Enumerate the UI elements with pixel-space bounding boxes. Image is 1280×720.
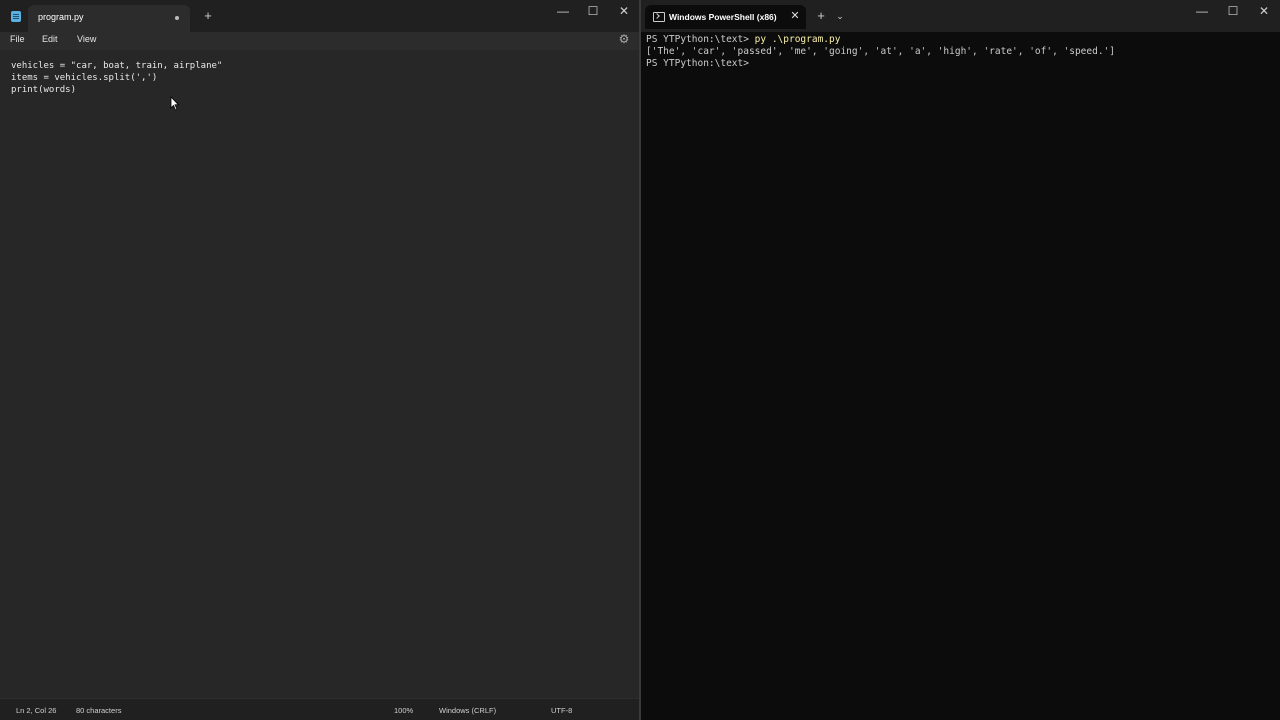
encoding[interactable]: UTF-8	[551, 706, 572, 715]
prompt: PS YTPython:\text>	[646, 58, 749, 69]
code-line-2: items = vehicles.split(',')	[11, 73, 158, 83]
maximize-icon[interactable]: ☐	[1218, 1, 1248, 21]
status-bar: Ln 2, Col 26 80 characters 100% Windows …	[0, 698, 640, 720]
terminal-titlebar: Windows PowerShell (x86) ✕ + ⌄ — ☐ ✕	[641, 0, 1280, 32]
powershell-window: Windows PowerShell (x86) ✕ + ⌄ — ☐ ✕ PS …	[641, 0, 1280, 720]
code-line-3: print(words)	[11, 85, 77, 95]
notepad-window: program.py + — ☐ ✕ File Edit View ⚙ vehi…	[0, 0, 640, 720]
plus-icon[interactable]: +	[201, 8, 215, 24]
maximize-icon[interactable]: ☐	[578, 1, 608, 21]
close-icon[interactable]: ✕	[1249, 1, 1279, 21]
terminal-icon	[653, 12, 665, 22]
plus-icon[interactable]: +	[814, 8, 828, 24]
line-ending[interactable]: Windows (CRLF)	[439, 706, 496, 715]
text-editor[interactable]: vehicles = "car, boat, train, airplane" …	[0, 51, 640, 698]
gear-icon[interactable]: ⚙	[617, 32, 631, 46]
terminal-line-2: ['The', 'car', 'passed', 'me', 'going', …	[646, 46, 1115, 57]
close-icon[interactable]: ✕	[609, 1, 639, 21]
program-output: ['The', 'car', 'passed', 'me', 'going', …	[646, 46, 1115, 57]
notepad-titlebar: program.py + — ☐ ✕	[0, 0, 640, 32]
character-count: 80 characters	[76, 706, 122, 715]
unsaved-dot-icon[interactable]	[175, 16, 179, 20]
close-icon[interactable]: ✕	[788, 9, 802, 23]
notepad-icon	[11, 11, 21, 22]
menu-bar: File Edit View ⚙	[0, 32, 640, 50]
menu-file[interactable]: File	[10, 34, 25, 44]
command: py .\program.py	[754, 34, 841, 45]
code-line-1: vehicles = "car, boat, train, airplane"	[11, 61, 223, 71]
minimize-icon[interactable]: —	[548, 1, 578, 21]
menu-view[interactable]: View	[77, 34, 96, 44]
prompt: PS YTPython:\text>	[646, 34, 755, 45]
cursor-position: Ln 2, Col 26	[16, 706, 57, 715]
tab-title: Windows PowerShell (x86)	[669, 12, 777, 22]
zoom-level[interactable]: 100%	[394, 706, 413, 715]
chevron-down-icon[interactable]: ⌄	[833, 8, 847, 24]
tab-title: program.py	[38, 12, 84, 22]
terminal-line-1: PS YTPython:\text> py .\program.py	[646, 34, 840, 45]
terminal-line-3: PS YTPython:\text>	[646, 58, 749, 69]
tab-powershell[interactable]: Windows PowerShell (x86) ✕	[645, 5, 806, 29]
minimize-icon[interactable]: —	[1187, 1, 1217, 21]
tab-program-py[interactable]: program.py	[28, 5, 190, 32]
menu-edit[interactable]: Edit	[42, 34, 58, 44]
terminal-output[interactable]: PS YTPython:\text> py .\program.py ['The…	[641, 32, 1280, 720]
